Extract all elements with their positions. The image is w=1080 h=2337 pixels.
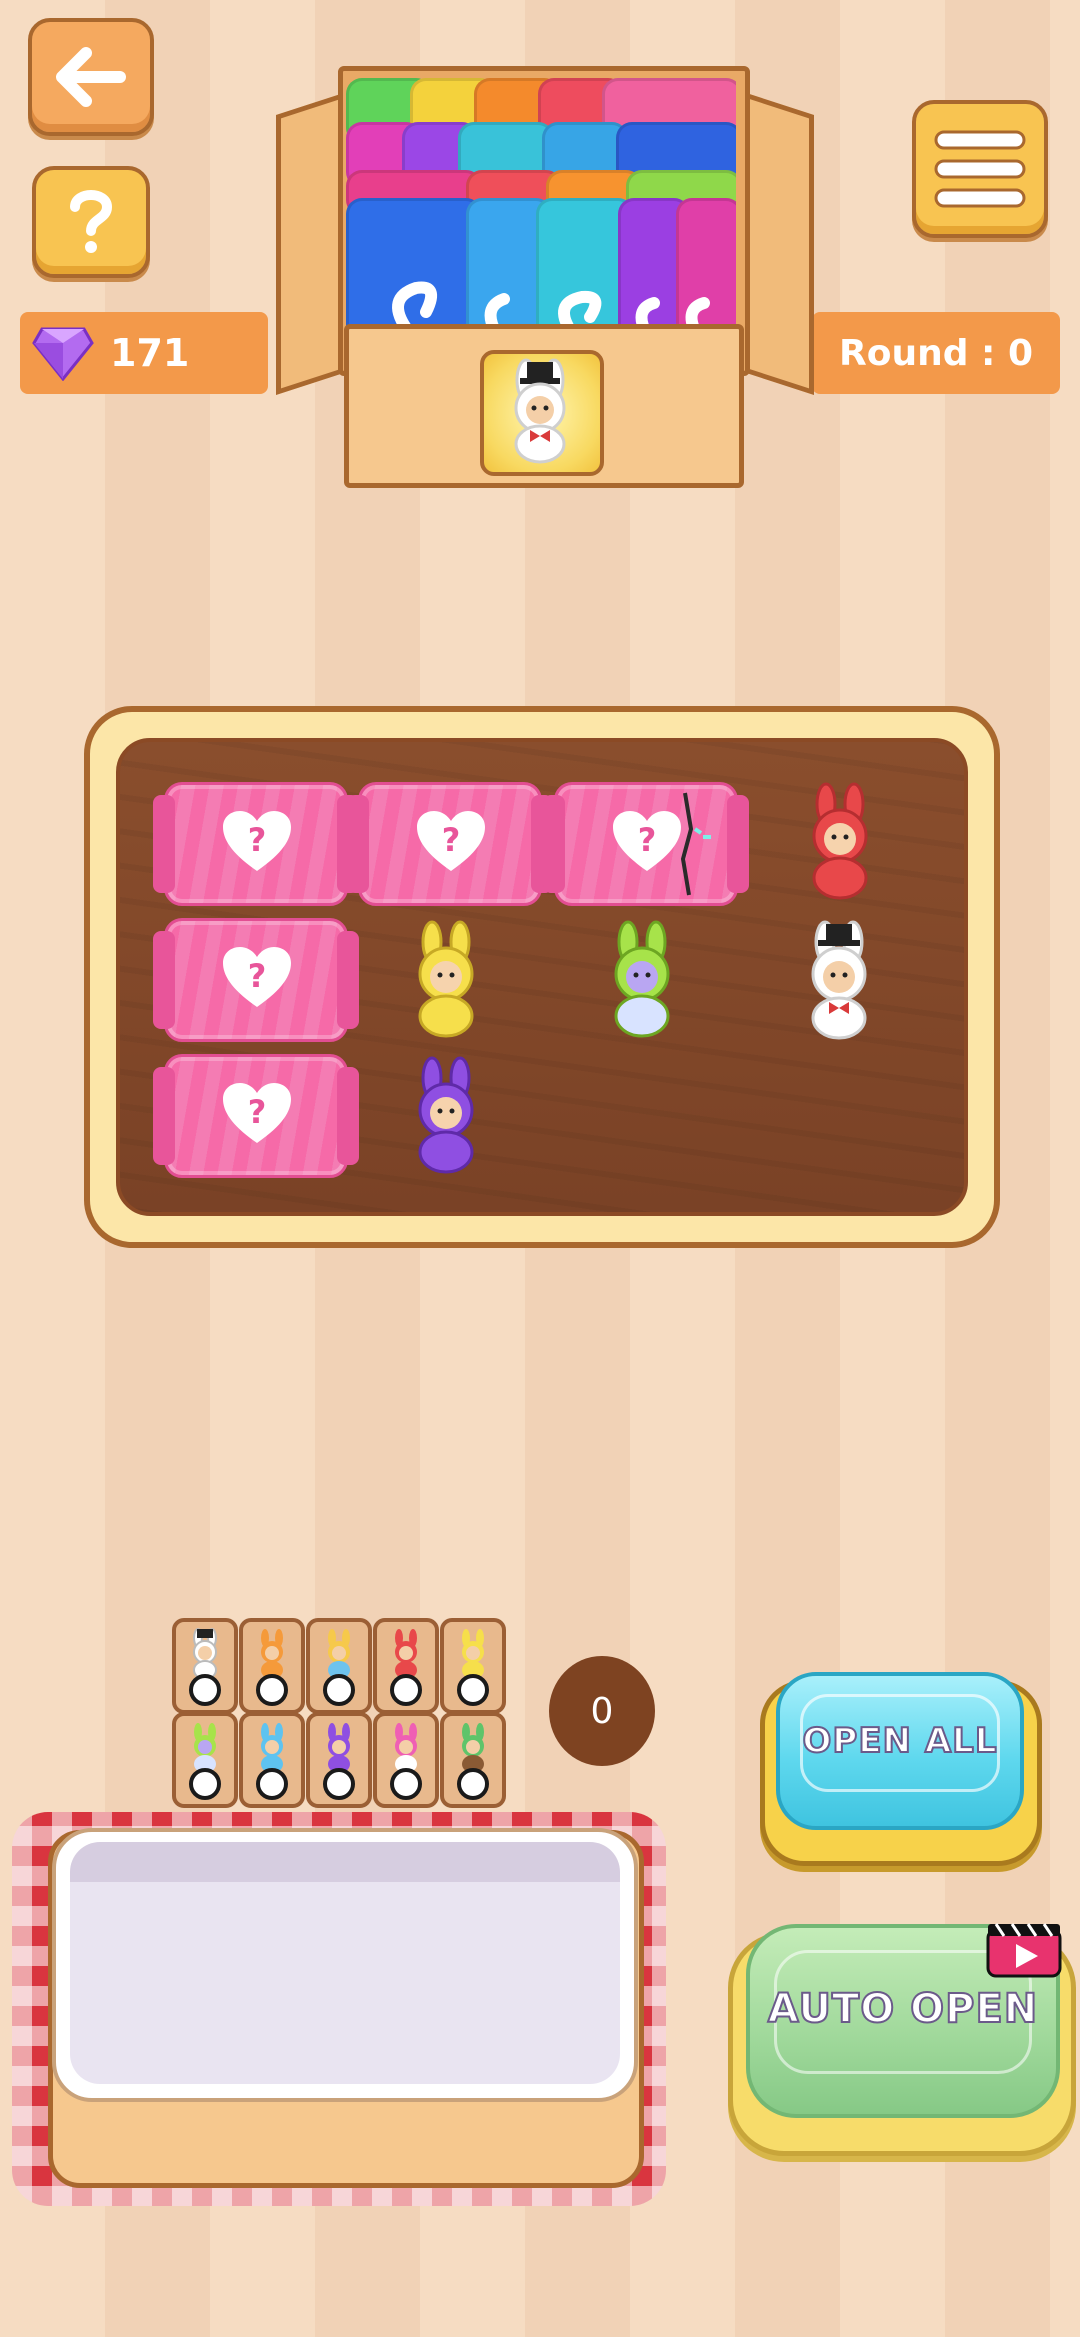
collection-slot-orange — [239, 1618, 305, 1714]
collection-slot-lime — [172, 1712, 238, 1808]
collection-slot-sky — [239, 1712, 305, 1808]
mini-red-bunny-icon — [395, 1629, 417, 1679]
red-bunny-toy[interactable] — [800, 782, 880, 902]
featured-toy-card — [480, 350, 604, 476]
slot-ring — [390, 1674, 422, 1706]
play-board: ? ? ? ? ? — [84, 706, 1000, 1248]
collection-slot-green — [440, 1712, 506, 1808]
heart-question-icon: ? — [223, 947, 291, 1007]
collection-slot-purple — [306, 1712, 372, 1808]
tray-paper — [52, 1828, 638, 2102]
slot-ring — [390, 1768, 422, 1800]
open-all-button[interactable]: OPEN ALL — [776, 1672, 1024, 1830]
tray-paper-inner — [70, 1842, 620, 2084]
mystery-candy[interactable]: ? — [153, 1054, 359, 1178]
diamond-gem-icon — [32, 327, 94, 381]
mystery-candy[interactable]: ? — [153, 782, 359, 906]
mystery-candy[interactable]: ? — [347, 782, 553, 906]
slot-ring — [189, 1674, 221, 1706]
mini-white-bunny-icon — [193, 1628, 217, 1680]
slot-ring — [256, 1674, 288, 1706]
white-bunny-toy-icon — [514, 358, 566, 464]
mystery-candy-torn[interactable]: ? — [543, 782, 749, 906]
opened-counter: 0 — [549, 1656, 655, 1766]
yellow-bunny-toy[interactable] — [406, 920, 486, 1040]
mini-sky-bunny-icon — [261, 1723, 283, 1773]
collection-slot-yellow — [306, 1618, 372, 1714]
slot-ring — [189, 1768, 221, 1800]
mini-pink-bunny-icon — [395, 1723, 417, 1773]
slot-ring — [323, 1768, 355, 1800]
svg-text:?: ? — [248, 957, 267, 995]
heart-question-icon: ? — [223, 811, 291, 871]
slot-ring — [256, 1768, 288, 1800]
svg-text:?: ? — [442, 821, 461, 859]
collection-slot-red — [373, 1618, 439, 1714]
mini-lime-bunny-icon — [194, 1723, 216, 1773]
lime-bunny-toy[interactable] — [602, 920, 682, 1040]
collection-grid — [170, 1616, 510, 1808]
question-mark-icon — [70, 190, 113, 253]
pack-swirl-marks — [392, 281, 710, 339]
heart-question-icon: ? — [223, 1083, 291, 1143]
slot-ring — [457, 1674, 489, 1706]
gem-counter: 171 — [20, 312, 268, 394]
pack-stack — [346, 78, 736, 358]
hamburger-menu-icon — [934, 130, 1026, 208]
heart-question-icon: ? — [417, 811, 485, 871]
counter-value: 0 — [590, 1690, 614, 1732]
slot-ring — [457, 1768, 489, 1800]
svg-text:?: ? — [638, 821, 657, 859]
heart-question-icon: ? — [613, 811, 681, 871]
mini-yellow-bunny-icon — [328, 1629, 350, 1679]
mini-green-bunny-icon — [462, 1723, 484, 1773]
help-button[interactable] — [32, 166, 150, 278]
gem-count: 171 — [110, 331, 190, 375]
collection-slot-white — [172, 1618, 238, 1714]
mystery-candy[interactable]: ? — [153, 918, 359, 1042]
tear-mark-icon — [680, 792, 711, 896]
blind-box — [276, 62, 814, 492]
mini-yellow-bunny-icon — [462, 1629, 484, 1679]
arrow-left-icon — [56, 47, 126, 107]
back-button[interactable] — [28, 18, 154, 136]
open-all-label: OPEN ALL — [802, 1720, 998, 1762]
menu-button[interactable] — [912, 100, 1048, 238]
mini-purple-bunny-icon — [328, 1723, 350, 1773]
video-ad-icon — [986, 1923, 1062, 1978]
mini-orange-bunny-icon — [261, 1629, 283, 1679]
white-bunny-toy[interactable] — [796, 918, 882, 1042]
round-label: Round : 0 — [839, 332, 1033, 374]
collection-slot-yellow-2 — [440, 1618, 506, 1714]
svg-text:?: ? — [248, 1093, 267, 1131]
wood-tray: ? ? ? ? ? — [116, 738, 968, 1216]
round-indicator: Round : 0 — [812, 312, 1060, 394]
svg-text:?: ? — [248, 821, 267, 859]
collection-slot-pink — [373, 1712, 439, 1808]
slot-ring — [323, 1674, 355, 1706]
auto-open-label: AUTO OPEN — [767, 1985, 1039, 2033]
purple-bunny-toy[interactable] — [406, 1056, 486, 1176]
